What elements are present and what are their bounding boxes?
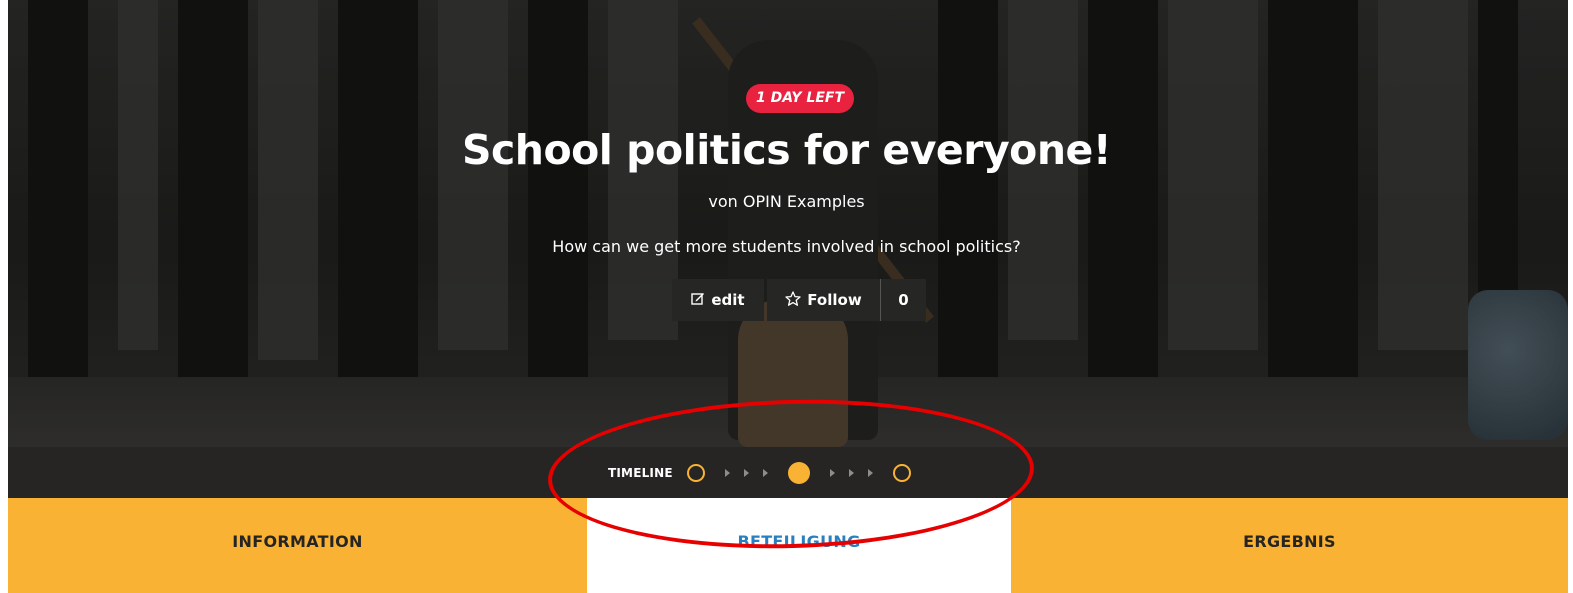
timeline-label: TIMELINE: [608, 465, 673, 480]
timeline-phase-2-active[interactable]: [787, 461, 810, 484]
edit-label: edit: [711, 291, 745, 309]
pencil-square-icon: [691, 291, 705, 309]
project-description: How can we get more students involved in…: [552, 237, 1021, 256]
timeline-arrows: [829, 468, 873, 477]
project-actions: edit Follow 0: [672, 279, 926, 321]
chevron-right-icon: [867, 468, 873, 477]
chevron-right-icon: [724, 468, 730, 477]
timeline-bar: TIMELINE: [8, 447, 1568, 498]
phase-tabs: INFORMATION BETEILIGUNG ERGEBNIS: [8, 498, 1568, 593]
tab-ergebnis[interactable]: ERGEBNIS: [1011, 498, 1568, 593]
chevron-right-icon: [829, 468, 835, 477]
timeline: TIMELINE: [608, 447, 911, 498]
chevron-right-icon: [762, 468, 768, 477]
follow-label: Follow: [807, 291, 862, 309]
follow-button[interactable]: Follow: [767, 279, 880, 321]
timeline-phase-1[interactable]: [686, 463, 705, 482]
timeline-arrows: [724, 468, 768, 477]
timeline-phase-3[interactable]: [892, 463, 911, 482]
project-header: 1 DAY LEFT School politics for everyone!…: [0, 0, 1573, 447]
project-organisation: von OPIN Examples: [708, 192, 865, 211]
chevron-right-icon: [848, 468, 854, 477]
tab-information[interactable]: INFORMATION: [8, 498, 587, 593]
star-outline-icon: [785, 290, 801, 310]
tab-beteiligung[interactable]: BETEILIGUNG: [587, 498, 1011, 593]
project-title: School politics for everyone!: [461, 126, 1112, 174]
days-left-badge: 1 DAY LEFT: [746, 84, 854, 113]
edit-button[interactable]: edit: [672, 279, 764, 321]
chevron-right-icon: [743, 468, 749, 477]
follow-count: 0: [880, 279, 926, 321]
